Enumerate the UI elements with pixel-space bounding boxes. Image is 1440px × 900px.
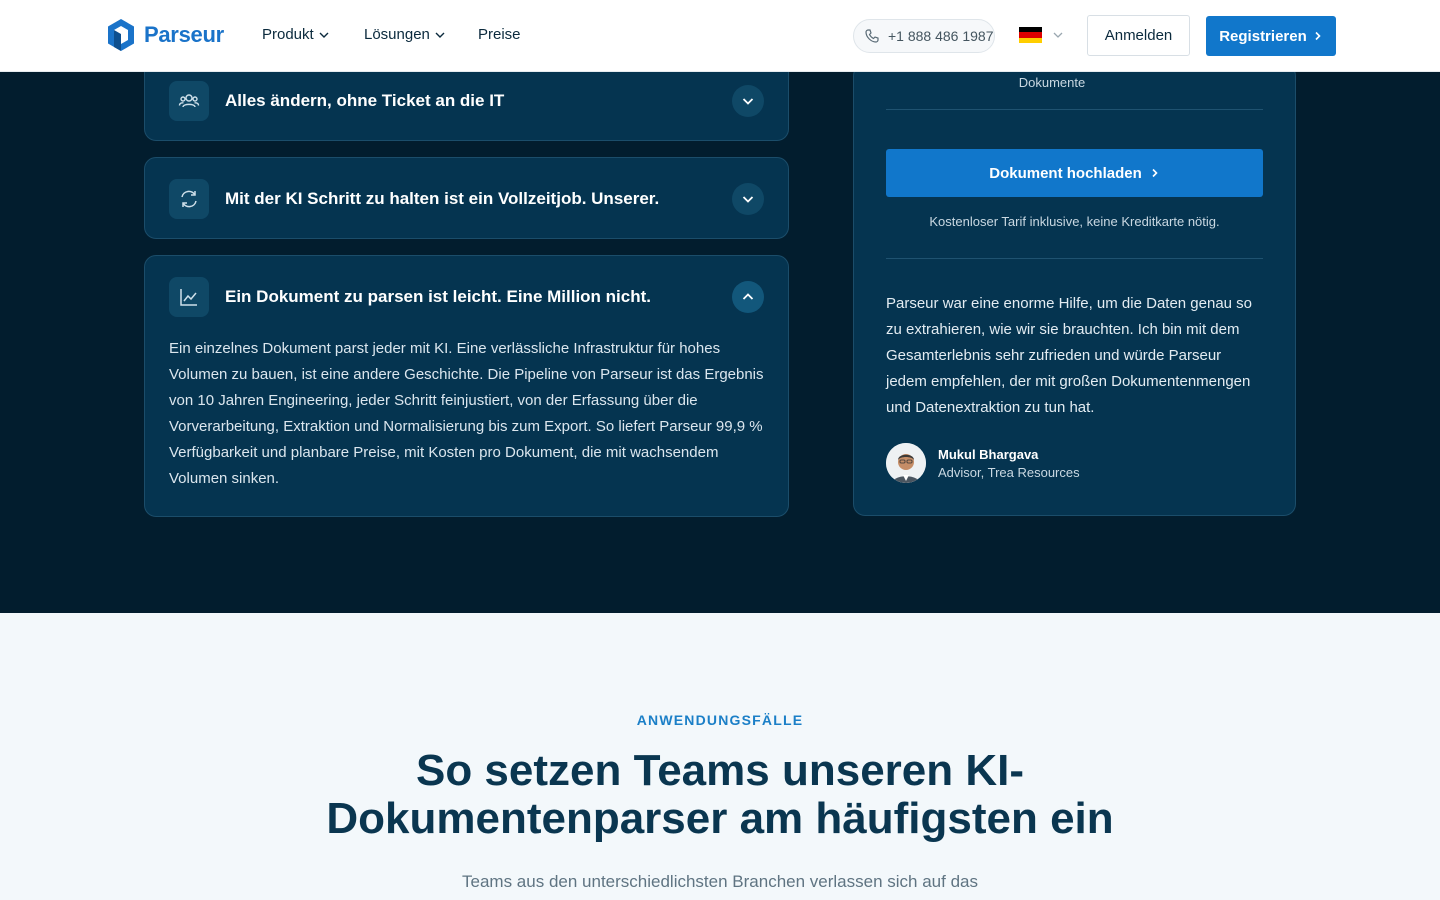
logo-text: Parseur [144, 22, 224, 47]
accordion-body: Ein einzelnes Dokument parst jeder mit K… [169, 340, 764, 487]
register-button[interactable]: Registrieren [1206, 16, 1336, 56]
accordion-header[interactable]: Mit der KI Schritt zu halten ist ein Vol… [169, 158, 764, 240]
nav-loesungen[interactable]: Lösungen [364, 26, 446, 43]
accordion-title: Ein Dokument zu parsen ist leicht. Eine … [225, 287, 651, 306]
author-role: Advisor, Trea Resources [938, 464, 1080, 480]
upload-card: Dokumente Dokument hochladen Kostenloser… [853, 64, 1296, 516]
section-subtitle: Teams aus den unterschiedlichsten Branch… [462, 872, 978, 891]
chevron-right-icon [1315, 31, 1321, 41]
accordion-item-open[interactable]: Ein Dokument zu parsen ist leicht. Eine … [144, 255, 789, 517]
documents-label: Dokumente [1018, 75, 1086, 90]
language-selector[interactable] [1019, 27, 1064, 43]
section-eyebrow: ANWENDUNGSFÄLLE [636, 712, 804, 728]
accordion-title: Alles ändern, ohne Ticket an die IT [225, 91, 505, 110]
parseur-logo-icon [108, 19, 134, 51]
use-cases-section: ANWENDUNGSFÄLLE So setzen Teams unseren … [0, 613, 1440, 900]
testimonial-author: Mukul Bhargava Advisor, Trea Resources [886, 443, 1080, 483]
refresh-icon [169, 179, 209, 219]
divider [886, 258, 1263, 259]
divider [886, 109, 1263, 110]
free-plan-note: Kostenloser Tarif inklusive, keine Kredi… [929, 214, 1220, 229]
phone-button[interactable]: +1 888 486 1987 [853, 19, 995, 53]
parseur-logo[interactable]: Parseur [106, 18, 224, 52]
chevron-down-icon[interactable] [732, 85, 764, 117]
chart-line-icon [169, 277, 209, 317]
upload-document-button[interactable]: Dokument hochladen [886, 149, 1263, 197]
nav-preise-label: Preise [478, 26, 521, 43]
nav-preise[interactable]: Preise [478, 26, 521, 43]
nav-loesungen-label: Lösungen [364, 26, 430, 43]
users-icon [169, 81, 209, 121]
testimonial-quote: Parseur war eine enorme Hilfe, um die Da… [886, 295, 1253, 416]
register-label: Registrieren [1219, 27, 1307, 45]
accordion-item[interactable]: Mit der KI Schritt zu halten ist ein Vol… [144, 157, 789, 239]
chevron-down-icon [319, 32, 329, 38]
login-button[interactable]: Anmelden [1087, 15, 1190, 56]
phone-number: +1 888 486 1987 [888, 28, 994, 44]
nav-produkt[interactable]: Produkt [262, 26, 330, 43]
accordion-header[interactable]: Ein Dokument zu parsen ist leicht. Eine … [169, 256, 764, 338]
chevron-down-icon[interactable] [732, 183, 764, 215]
nav-produkt-label: Produkt [262, 26, 314, 43]
chevron-right-icon [1152, 168, 1158, 178]
accordion-title: Mit der KI Schritt zu halten ist ein Vol… [225, 189, 660, 208]
chevron-down-icon [1053, 32, 1063, 38]
upload-label: Dokument hochladen [989, 164, 1142, 182]
chevron-down-icon [435, 32, 445, 38]
features-section: Alles ändern, ohne Ticket an die IT Mit … [0, 52, 1440, 613]
top-navigation: Parseur Produkt Lösungen Preise +1 888 4… [0, 0, 1440, 72]
author-name: Mukul Bhargava [938, 446, 1039, 462]
accordion-header[interactable]: Alles ändern, ohne Ticket an die IT [169, 60, 764, 142]
avatar [886, 443, 926, 483]
section-headline: So setzen Teams unseren KI-Dokumentenpar… [326, 746, 1114, 843]
phone-icon [865, 29, 879, 43]
german-flag-icon [1019, 27, 1042, 43]
chevron-up-icon[interactable] [732, 281, 764, 313]
